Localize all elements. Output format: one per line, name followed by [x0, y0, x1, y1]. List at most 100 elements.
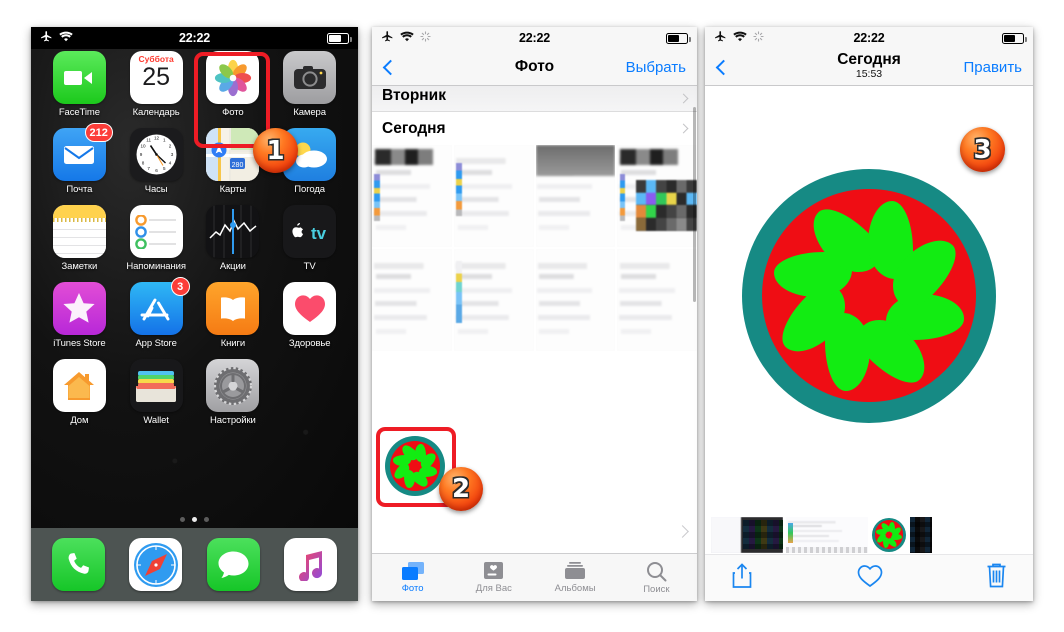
badge-mail: 212 — [84, 123, 113, 142]
apple-tv-icon[interactable]: tv — [283, 205, 337, 258]
tab-search[interactable]: Поиск — [616, 561, 697, 595]
app-home[interactable]: Дом — [41, 359, 118, 426]
phone-icon[interactable] — [52, 538, 106, 591]
app-label: Книги — [220, 338, 246, 349]
delete-button[interactable] — [986, 563, 1007, 593]
screenshot-thumb-3[interactable] — [910, 516, 932, 553]
badge-app-store: 3 — [170, 277, 190, 296]
app-clock[interactable]: 12 1 2 345 678 9 10 11 Часы — [118, 128, 195, 195]
photo-thumbnail[interactable] — [617, 249, 697, 352]
section-header-tuesday[interactable]: Вторник — [372, 86, 697, 112]
music-icon[interactable] — [283, 538, 337, 591]
tab-label: Фото — [401, 583, 424, 594]
messages-icon[interactable] — [206, 538, 260, 591]
app-label: Погода — [294, 184, 325, 195]
reminders-icon[interactable] — [129, 205, 183, 258]
maps-icon[interactable]: 280 — [206, 128, 260, 181]
citrus-slice-photo[interactable] — [385, 436, 445, 496]
itunes-store-icon[interactable] — [52, 282, 106, 335]
app-wallet[interactable]: Wallet — [118, 359, 195, 426]
calendar-icon[interactable]: Суббота 25 — [129, 51, 183, 104]
screenshot-thumb-2[interactable] — [786, 516, 868, 553]
home-app-icon[interactable] — [52, 359, 106, 412]
photo-thumbnail[interactable] — [535, 145, 616, 248]
tab-photos[interactable]: Фото — [372, 561, 453, 594]
notes-icon[interactable] — [52, 205, 106, 258]
clock-icon[interactable]: 12 1 2 345 678 9 10 11 — [129, 128, 183, 181]
page-dot[interactable] — [180, 517, 185, 522]
citrus-slice-thumb[interactable] — [871, 516, 907, 553]
app-label: Заметки — [61, 261, 98, 272]
tab-albums[interactable]: Альбомы — [535, 561, 616, 594]
camera-icon[interactable] — [283, 51, 337, 104]
app-camera[interactable]: Камера — [271, 51, 348, 118]
app-notes[interactable]: Заметки — [41, 205, 118, 272]
navigation-bar-phone2: Фото Выбрать — [372, 49, 697, 86]
wallet-icon[interactable] — [129, 359, 183, 412]
maps-route-number: 280 — [232, 162, 244, 169]
screenshot-thumb-1[interactable] — [711, 516, 783, 553]
svg-text:5: 5 — [163, 166, 166, 171]
share-button[interactable] — [731, 562, 753, 594]
photo-thumbnail[interactable] — [617, 145, 697, 248]
status-time-phone1: 22:22 — [179, 31, 210, 45]
tab-for-you[interactable]: Для Вас — [453, 561, 534, 594]
app-label: Wallet — [143, 415, 169, 426]
health-icon[interactable] — [283, 282, 337, 335]
app-reminders[interactable]: Напоминания — [118, 205, 195, 272]
favorite-button[interactable] — [857, 564, 883, 593]
svg-text:tv: tv — [311, 224, 327, 242]
page-dot-active[interactable] — [192, 517, 197, 522]
disclosure-chevron-icon[interactable] — [678, 123, 689, 134]
facetime-icon[interactable] — [52, 51, 106, 104]
app-apple-tv[interactable]: tv TV — [271, 205, 348, 272]
battery-icon — [666, 32, 691, 44]
back-chevron-icon[interactable] — [715, 59, 732, 75]
settings-icon[interactable] — [206, 359, 260, 412]
edit-button[interactable]: Править — [964, 59, 1023, 76]
photo-thumbnail[interactable] — [372, 145, 452, 248]
svg-text:4: 4 — [168, 160, 171, 165]
app-facetime[interactable]: FaceTime — [41, 51, 118, 118]
svg-text:12: 12 — [154, 136, 160, 141]
home-dock — [31, 528, 358, 601]
app-photos[interactable]: Фото — [195, 51, 272, 118]
photo-toolbar — [705, 555, 1033, 601]
section-header-today[interactable]: Сегодня — [372, 112, 697, 145]
app-mail[interactable]: 212 Почта — [41, 123, 118, 195]
books-icon[interactable] — [206, 282, 260, 335]
safari-icon[interactable] — [129, 538, 183, 591]
phone-photo-viewer: 22:22 Сегодня 15:53 Править — [705, 27, 1033, 601]
viewer-title: Сегодня — [837, 51, 901, 68]
app-label: Акции — [219, 261, 246, 272]
back-chevron-icon[interactable] — [382, 59, 399, 75]
app-settings[interactable]: Настройки — [195, 359, 272, 426]
app-itunes-store[interactable]: iTunes Store — [41, 282, 118, 349]
app-books[interactable]: Книги — [195, 282, 272, 349]
app-calendar[interactable]: Суббота 25 Календарь — [118, 51, 195, 118]
photo-thumbnail[interactable] — [535, 249, 616, 352]
select-button[interactable]: Выбрать — [626, 59, 686, 76]
disclosure-chevron-icon[interactable] — [676, 525, 689, 538]
search-tab-icon — [646, 561, 667, 581]
photos-icon[interactable] — [206, 51, 260, 104]
photo-thumbnail[interactable] — [453, 145, 534, 248]
home-app-grid: FaceTime Суббота 25 Календарь Фото Камер… — [31, 51, 358, 426]
status-time-phone3: 22:22 — [853, 31, 885, 45]
app-app-store[interactable]: 3 App Store — [118, 277, 195, 349]
photo-thumbnail[interactable] — [453, 249, 534, 352]
citrus-slice-photo[interactable] — [742, 168, 996, 423]
disclosure-chevron-icon[interactable] — [678, 93, 689, 104]
photo-thumbnail[interactable] — [372, 249, 452, 352]
stocks-icon[interactable] — [206, 205, 260, 258]
svg-text:3: 3 — [170, 152, 173, 157]
page-dot[interactable] — [204, 517, 209, 522]
app-health[interactable]: Здоровье — [271, 282, 348, 349]
battery-icon — [327, 32, 352, 44]
photo-filmstrip[interactable] — [705, 515, 1033, 555]
app-stocks[interactable]: Акции — [195, 205, 272, 272]
app-label: TV — [303, 261, 316, 272]
vertical-scrollbar[interactable] — [693, 107, 696, 302]
app-label: Настройки — [210, 415, 256, 426]
status-bar-phone2: 22:22 — [372, 27, 697, 49]
